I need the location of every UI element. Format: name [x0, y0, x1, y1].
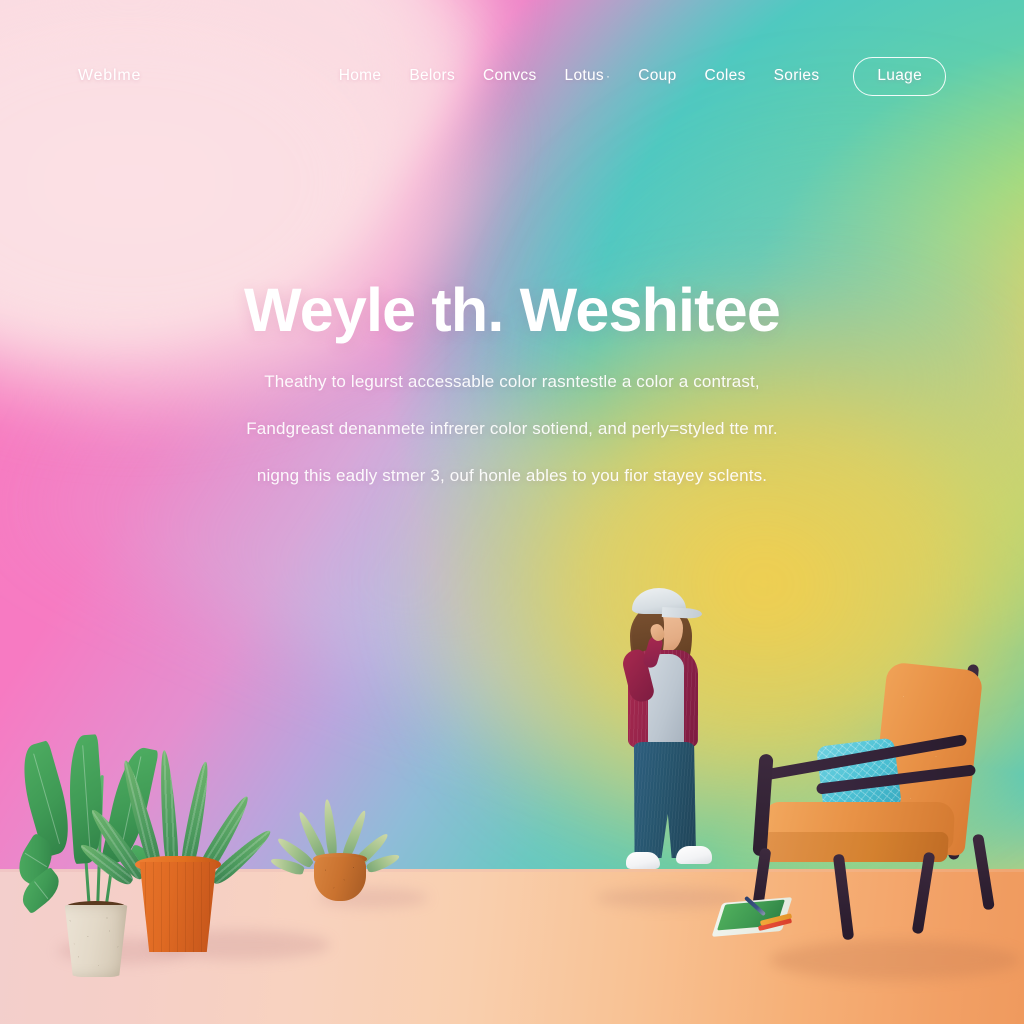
person-shoe-left — [626, 852, 660, 869]
person-walking — [596, 588, 746, 900]
nav-item-convcs-label: Convcs — [483, 67, 537, 84]
chevron-down-icon: · — [605, 69, 611, 83]
person-cap-brim — [661, 606, 703, 620]
notebook-and-pens — [711, 895, 810, 944]
succulent-leaf — [321, 798, 338, 858]
nav-item-coup-label: Coup — [638, 67, 677, 84]
person-shirt — [648, 654, 684, 750]
nav-item-coles-label: Coles — [704, 67, 746, 84]
landing-page: Weblme Home Belors Convcs Lotus · Coup Co… — [0, 0, 1024, 1024]
person-shoe-right — [676, 846, 712, 864]
chair-leg-back-right — [972, 833, 995, 911]
nav-item-belors-label: Belors — [409, 67, 456, 84]
hero-paragraph-line-2: Fandgreast denanmete infrerer color soti… — [246, 418, 778, 438]
nav-item-home[interactable]: Home — [339, 67, 382, 85]
nav-item-coup[interactable]: Coup — [638, 67, 676, 85]
hero-title: Weyle th. Weshitee — [244, 276, 781, 344]
nav-cta-button[interactable]: Luage — [853, 56, 946, 96]
potted-plant-small-round — [269, 795, 402, 905]
site-header: Weblme Home Belors Convcs Lotus · Coup Co… — [0, 0, 1024, 152]
nav-item-belors[interactable]: Belors — [409, 67, 455, 85]
chair-seat-front — [761, 832, 949, 862]
nav-item-sories-label: Sories — [773, 67, 820, 84]
primary-navigation: Home Belors Convcs Lotus · Coup Coles Sor… — [339, 56, 946, 96]
plant-pot-terracotta — [139, 862, 217, 952]
nav-item-lotus[interactable]: Lotus · — [565, 67, 611, 85]
nav-item-coles[interactable]: Coles — [705, 67, 746, 85]
nav-item-sories[interactable]: Sories — [774, 67, 820, 85]
nav-item-home-label: Home — [338, 67, 382, 84]
hero-paragraph-line-1: Theathy to legurst accessable color rasn… — [264, 371, 760, 391]
hero-illustration — [0, 0, 1024, 1024]
hero-paragraph: Theathy to legurst accessable color rasn… — [120, 373, 904, 484]
chair-leg-back-left — [911, 851, 936, 935]
brand-logo[interactable]: Weblme — [78, 67, 141, 85]
hero-paragraph-line-3: nigng this eadly stmer 3, ouf honle able… — [256, 465, 768, 485]
nav-item-convcs[interactable]: Convcs — [483, 67, 536, 85]
chair-leg-front-right — [832, 853, 855, 941]
plant-pot-round — [314, 857, 366, 901]
hero-section: Weyle th. Weshitee Theathy to legurst ac… — [0, 278, 1024, 484]
person-jeans — [633, 742, 696, 858]
nav-item-lotus-label: Lotus — [564, 67, 604, 84]
